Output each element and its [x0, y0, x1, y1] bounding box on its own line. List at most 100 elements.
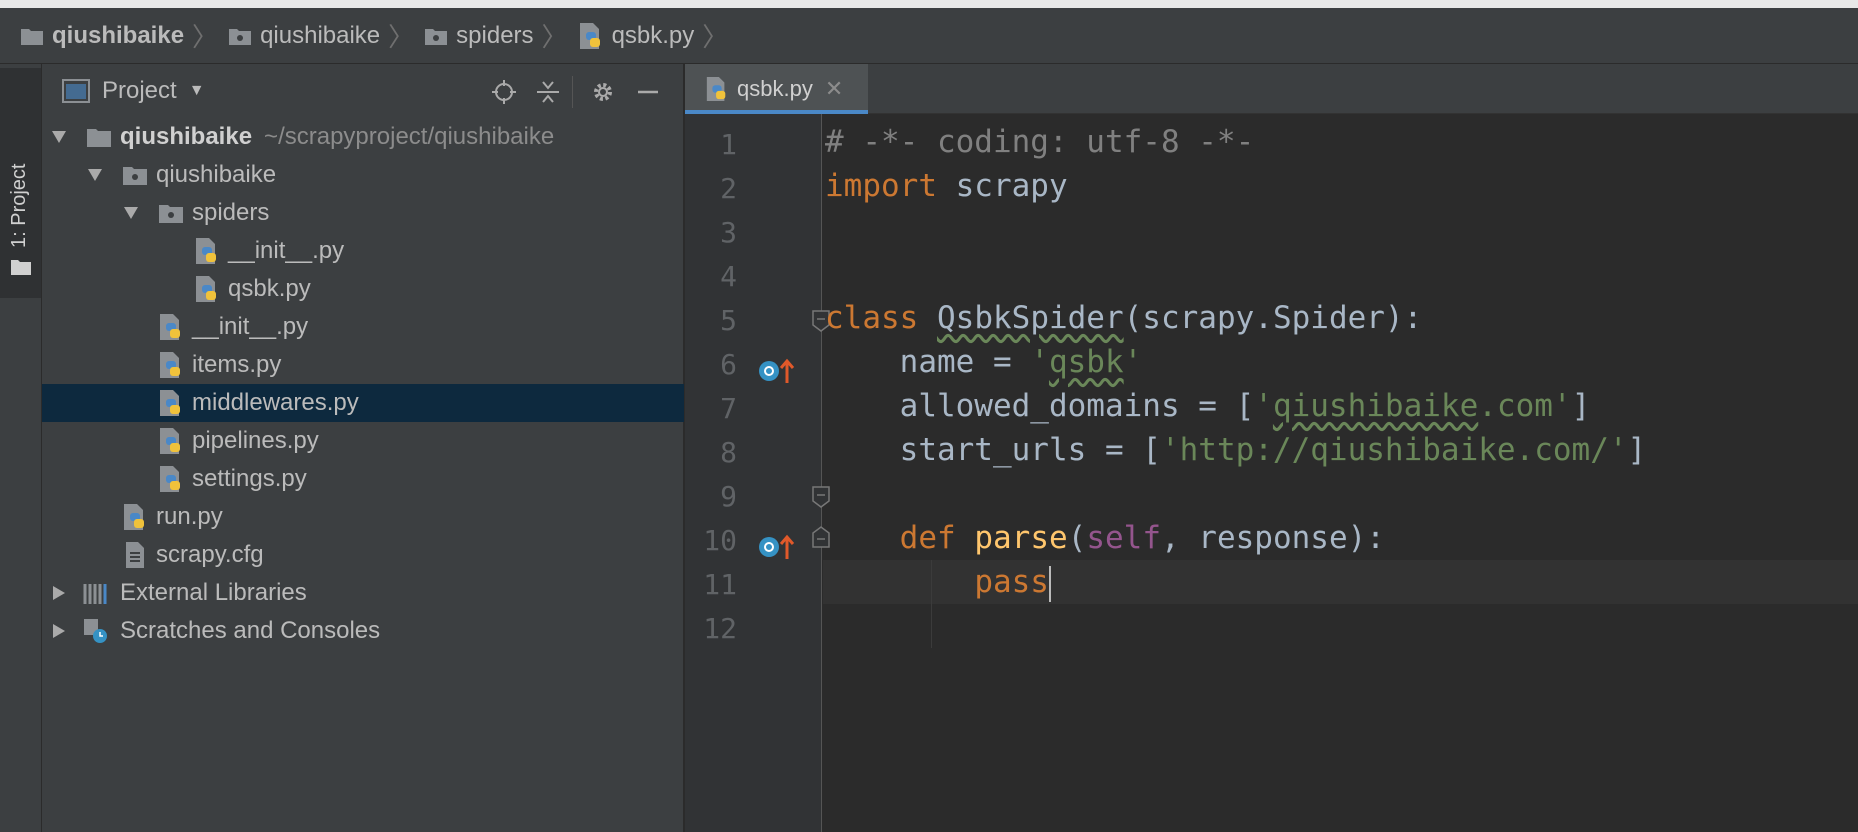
code-area[interactable]: # -*- coding: utf-8 -*- import scrapy cl… — [823, 114, 1858, 832]
tree-item-scratches[interactable]: Scratches and Consoles — [42, 612, 684, 650]
project-panel-header: Project ▼ — [42, 64, 683, 118]
line-number: 11 — [703, 568, 737, 601]
tree-item-file[interactable]: items.py — [42, 346, 684, 384]
breadcrumb-item-project[interactable]: qiushibaike — [20, 22, 184, 50]
folder-icon — [87, 129, 111, 147]
expand-arrow-icon[interactable] — [122, 204, 140, 222]
line-number: 4 — [720, 260, 737, 293]
breadcrumb-label: qiushibaike — [260, 21, 381, 49]
close-icon[interactable]: ✕ — [825, 76, 843, 102]
collapsed-arrow-icon[interactable] — [50, 584, 68, 602]
tree-item-label: Scratches and Consoles — [120, 617, 381, 644]
gear-icon — [594, 83, 612, 101]
python-file-icon — [160, 390, 180, 416]
tree-item-label: run.py — [156, 503, 223, 530]
tree-item-file[interactable]: __init__.py — [42, 308, 684, 346]
tab-label: qsbk.py — [737, 76, 813, 101]
tab-qsbk-py[interactable]: qsbk.py ✕ — [685, 64, 868, 114]
line-number: 12 — [703, 612, 737, 645]
text-caret — [1048, 565, 1051, 602]
tool-tab-label: 1: Project — [8, 163, 30, 248]
tree-item-label: middlewares.py — [192, 389, 359, 416]
breadcrumb: qiushibaike 〉 qiushibaike 〉 spiders 〉 qs… — [0, 8, 1858, 64]
line-number: 5 — [720, 304, 737, 337]
tree-item-label: __init__.py — [228, 237, 345, 264]
locate-button[interactable] — [488, 76, 520, 108]
tree-item-external-libraries[interactable]: External Libraries — [42, 574, 684, 612]
tree-item-label: __init__.py — [192, 313, 309, 340]
project-view-icon — [62, 79, 90, 103]
tree-item-package-spiders[interactable]: spiders — [42, 194, 684, 232]
tree-item-file[interactable]: run.py — [42, 498, 684, 536]
chevron-down-icon[interactable]: ▼ — [189, 82, 205, 100]
collapse-all-button[interactable] — [532, 76, 564, 108]
tree-item-label: settings.py — [192, 465, 307, 492]
tree-item-label: qiushibaike ~/scrapyproject/qiushibaike — [120, 123, 555, 150]
header-divider — [572, 76, 573, 108]
line-number: 3 — [720, 216, 737, 249]
scratches-icon — [84, 619, 107, 643]
folder-icon — [21, 28, 43, 45]
code-line-7: allowed_domains = ['qiushibaike.com'] — [825, 388, 1591, 424]
tree-item-label: items.py — [192, 351, 282, 378]
tree-item-package-qiushibaike[interactable]: qiushibaike — [42, 156, 684, 194]
python-file-icon — [160, 466, 180, 492]
tree-item-file[interactable]: settings.py — [42, 460, 684, 498]
tree-item-file[interactable]: pipelines.py — [42, 422, 684, 460]
tree-item-label: spiders — [192, 199, 270, 226]
project-panel-title[interactable]: Project — [102, 77, 177, 105]
tree-item-file[interactable]: qsbk.py — [42, 270, 684, 308]
tool-tab-project[interactable]: 1: Project — [0, 68, 41, 298]
python-file-icon — [124, 504, 144, 530]
tree-item-project-root[interactable]: qiushibaike ~/scrapyproject/qiushibaike — [42, 118, 684, 156]
breadcrumb-separator: 〉 — [388, 22, 415, 52]
overrides-method-icon[interactable] — [757, 532, 797, 562]
indent-guide — [931, 560, 932, 648]
collapsed-arrow-icon[interactable] — [50, 622, 68, 640]
tree-item-file[interactable]: scrapy.cfg — [42, 536, 684, 574]
python-file-icon — [196, 276, 216, 302]
expand-arrow-icon[interactable] — [50, 128, 68, 146]
overrides-method-icon[interactable] — [757, 356, 797, 386]
collapse-all-icon — [537, 81, 559, 103]
hide-panel-button[interactable] — [632, 76, 664, 108]
code-line-2: import scrapy — [825, 168, 1068, 204]
editor-gutter: 1 2 3 4 5 6 7 8 9 10 11 12 — [685, 114, 830, 832]
line-number: 10 — [703, 524, 737, 557]
package-folder-icon — [229, 28, 252, 45]
window-top-edge — [0, 0, 1858, 8]
folder-icon — [11, 260, 31, 275]
library-icon — [83, 584, 107, 604]
package-folder-icon — [123, 167, 147, 185]
line-number: 1 — [720, 128, 737, 161]
tree-item-label: qsbk.py — [228, 275, 311, 302]
breadcrumb-label: qiushibaike — [52, 21, 185, 49]
tool-window-stripe: 1: Project — [0, 64, 42, 832]
python-file-icon — [196, 238, 216, 264]
editor-tab-bar: qsbk.py ✕ — [685, 64, 1858, 114]
breadcrumb-separator: 〉 — [702, 22, 729, 52]
breadcrumb-item-spiders[interactable]: spiders — [424, 22, 534, 50]
line-number: 9 — [720, 480, 737, 513]
code-line-6: name = 'qsbk' — [825, 344, 1143, 380]
breadcrumb-item-file[interactable]: qsbk.py — [578, 21, 695, 50]
tree-item-label: qiushibaike — [156, 161, 277, 188]
package-folder-icon — [159, 205, 183, 223]
breadcrumb-separator: 〉 — [192, 22, 219, 52]
tree-item-file-selected[interactable]: middlewares.py — [42, 384, 684, 422]
code-line-8: start_urls = ['http://qiushibaike.com/'] — [825, 432, 1647, 468]
python-file-icon — [579, 22, 600, 49]
expand-arrow-icon[interactable] — [86, 166, 104, 184]
project-panel: Project ▼ qiushibaike ~/scrapyproject/qiu… — [42, 64, 684, 832]
settings-button[interactable] — [587, 76, 619, 108]
minimize-icon — [638, 90, 658, 94]
code-line-5: class QsbkSpider(scrapy.Spider): — [825, 300, 1423, 336]
breadcrumb-label: qsbk.py — [611, 21, 695, 49]
line-number: 6 — [720, 348, 737, 381]
breadcrumb-item-package[interactable]: qiushibaike — [228, 22, 380, 50]
tree-item-file[interactable]: __init__.py — [42, 232, 684, 270]
text-file-icon — [126, 542, 144, 568]
